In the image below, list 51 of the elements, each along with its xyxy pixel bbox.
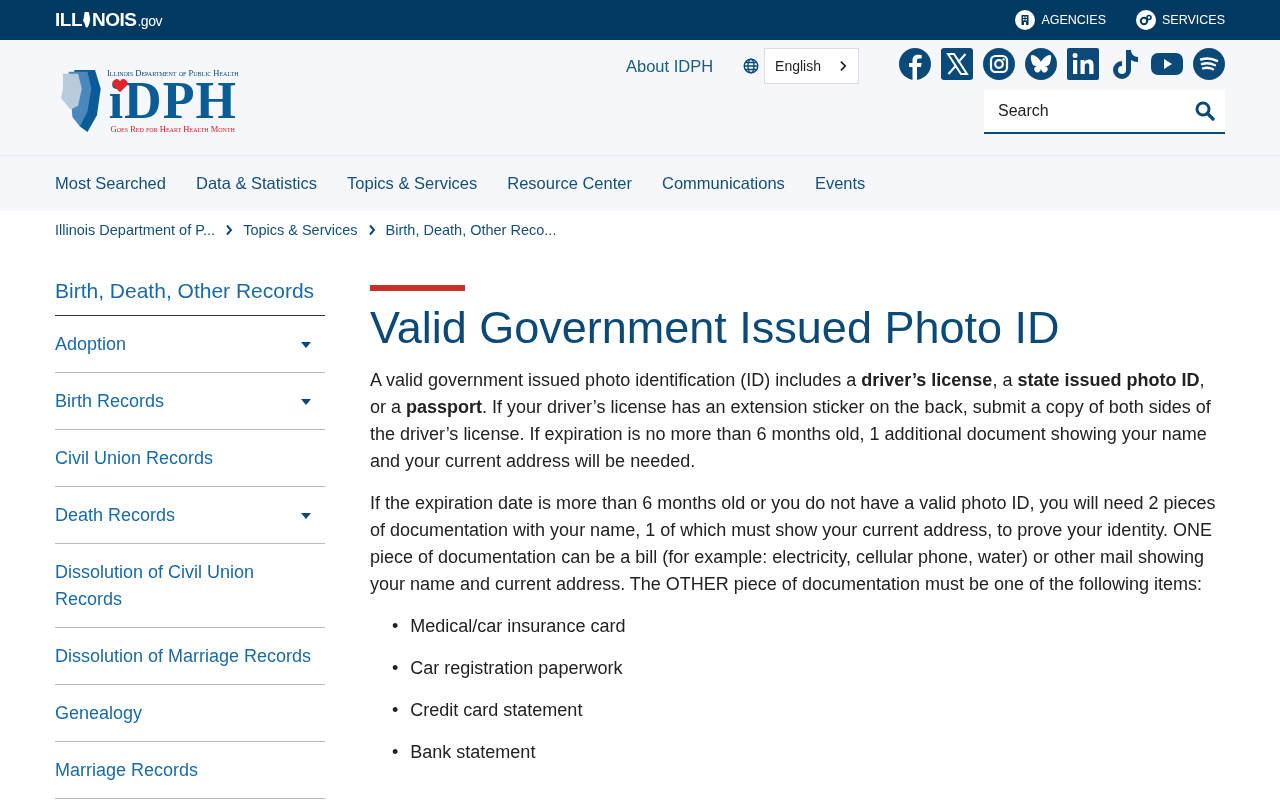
bullet: • (392, 614, 399, 638)
list-item: Bank statement (410, 740, 536, 764)
caret-down-icon[interactable] (301, 342, 311, 348)
bullet: • (392, 656, 399, 680)
breadcrumb-link[interactable]: Illinois Department of P... (55, 222, 216, 238)
sidebar-item[interactable]: Marriage Records (55, 757, 199, 784)
nav-link[interactable]: Resource Center (507, 174, 632, 193)
sidebar-item[interactable]: Adoption (55, 331, 127, 358)
search-icon[interactable] (1195, 101, 1215, 121)
paragraph: If the expiration date is more than 6 months old or you do not have a valid photo ID, you will need 2 pieces of documentation with your name, 1 of which must show your current address, to prove your identity. ONE piece of documentation can be a bill (for example: electricity, cellular phone, water) or other mail showing your name and current address. The OTHER piece of documentation must be one of the following items: (370, 491, 1217, 596)
top-link[interactable]: AGENCIES (1015, 10, 1106, 30)
chevron-right-icon (225, 224, 234, 236)
nav-link[interactable]: Most Searched (55, 174, 166, 193)
linkedin-icon[interactable] (1067, 48, 1099, 80)
illinois-gov-logo[interactable]: ILL NOIS.gov (55, 9, 162, 31)
bullet: • (392, 740, 399, 764)
page-title: Valid Government Issued Photo ID (370, 303, 1061, 353)
spotify-icon[interactable] (1193, 48, 1225, 80)
x-logo-icon[interactable] (941, 48, 973, 80)
nav-link[interactable]: Communications (662, 174, 785, 193)
gears-icon (1136, 10, 1156, 30)
sidebar-item[interactable]: Dissolution of Marriage Records (55, 643, 312, 670)
nav-link[interactable]: Topics & Services (347, 174, 478, 193)
nav-link[interactable]: Data & Statistics (196, 174, 318, 193)
instagram-icon[interactable] (983, 48, 1015, 80)
paragraph: A valid government issued photo identification (ID) includes a driver’s license, a state issued photo ID, or a passport. If your driver’s license has an extension sticker on the back, submit a copy of both sides of the driver’s license. If expiration is no more than 6 months old, 1 additional document showing your name and your current address will be needed. (370, 368, 1212, 473)
building-icon (1015, 10, 1036, 30)
list-item: Car registration paperwork (410, 656, 623, 680)
chevron-right-icon (839, 60, 848, 72)
chevron-right-icon (367, 224, 376, 236)
search-field[interactable]: Search (984, 90, 1225, 134)
list-item: Medical/car insurance card (410, 614, 626, 638)
caret-down-icon[interactable] (301, 399, 311, 405)
facebook-icon[interactable] (899, 48, 931, 80)
list-item: Credit card statement (410, 698, 583, 722)
butterfly-icon[interactable] (1025, 48, 1057, 80)
breadcrumb-link[interactable]: Birth, Death, Other Reco... (385, 222, 557, 238)
sidebar-title[interactable]: Birth, Death, Other Records (55, 277, 325, 316)
sidebar-item[interactable]: Birth Records (55, 388, 165, 415)
top-link[interactable]: SERVICES (1136, 10, 1225, 30)
sidebar-item[interactable]: Dissolution of Civil Union Records (55, 559, 325, 613)
sidebar-item[interactable]: Genealogy (55, 700, 143, 727)
sidebar-item[interactable]: Civil Union Records (55, 445, 214, 472)
globe-icon (743, 58, 760, 74)
language-selector[interactable]: English (764, 48, 859, 84)
breadcrumb-link[interactable]: Topics & Services (243, 222, 358, 238)
about-link[interactable]: About IDPH (625, 56, 714, 76)
nav-link[interactable]: Events (814, 174, 866, 193)
bullet: • (392, 698, 399, 722)
sidebar-item[interactable]: Death Records (55, 502, 176, 529)
caret-down-icon[interactable] (301, 513, 311, 519)
